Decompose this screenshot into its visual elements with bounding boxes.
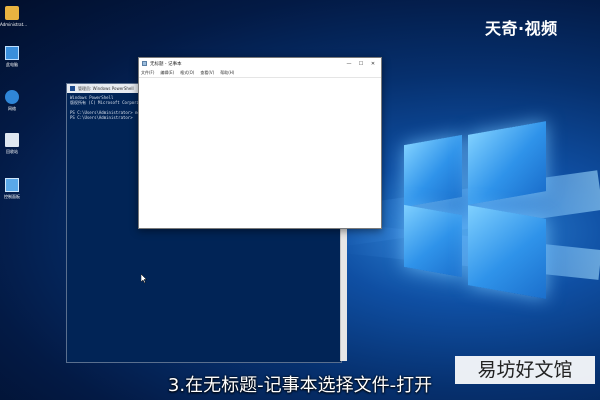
control-panel-icon [5,178,19,192]
windows-logo-pane [468,121,546,205]
desktop-icon-control-panel[interactable]: 控制面板 [0,178,24,200]
desktop-icon-label: 控制面板 [4,194,20,199]
maximize-button[interactable]: ☐ [355,58,367,69]
notepad-window[interactable]: 无标题 - 记事本 — ☐ ✕ 文件(F) 编辑(E) 格式(O) 查看(V) … [138,57,382,229]
recycle-bin-icon [5,133,19,147]
video-watermark: 天奇·视频 [485,19,558,38]
menu-edit[interactable]: 编辑(E) [160,70,174,76]
notepad-icon [142,61,147,66]
menu-format[interactable]: 格式(O) [180,70,194,76]
powershell-scrollbar[interactable] [340,228,347,361]
desktop-icon-recycle-bin[interactable]: 回收站 [0,133,24,155]
network-icon [5,90,19,104]
menu-view[interactable]: 查看(V) [200,70,214,76]
window-controls: — ☐ ✕ [343,58,379,69]
desktop-icon-label: 此电脑 [6,62,18,67]
mouse-cursor-icon [141,274,147,283]
computer-icon [5,46,19,60]
menu-help[interactable]: 帮助(H) [220,70,234,76]
windows-logo-pane [404,134,462,208]
desktop-icon-administrator[interactable]: Administrat... [0,6,27,27]
notepad-titlebar[interactable]: 无标题 - 记事本 — ☐ ✕ [139,58,381,69]
desktop-icon-label: Administrat... [0,22,27,27]
notepad-menubar: 文件(F) 编辑(E) 格式(O) 查看(V) 帮助(H) [139,69,381,77]
desktop-icon-network[interactable]: 网络 [0,90,24,112]
notepad-text-area[interactable] [139,77,381,228]
close-button[interactable]: ✕ [367,58,379,69]
minimize-button[interactable]: — [343,58,355,69]
site-watermark: 易坊好文馆 [455,356,595,384]
windows-logo-pane [468,205,546,299]
powershell-title: 管理员: Windows PowerShell [78,85,134,91]
user-folder-icon [5,6,19,20]
menu-file[interactable]: 文件(F) [141,70,154,76]
desktop-icon-label: 回收站 [6,149,18,154]
powershell-icon [70,86,75,91]
notepad-title: 无标题 - 记事本 [150,61,182,67]
desktop-icon-this-pc[interactable]: 此电脑 [0,46,24,68]
desktop-icon-label: 网络 [8,106,16,111]
windows-logo-pane [404,204,462,278]
